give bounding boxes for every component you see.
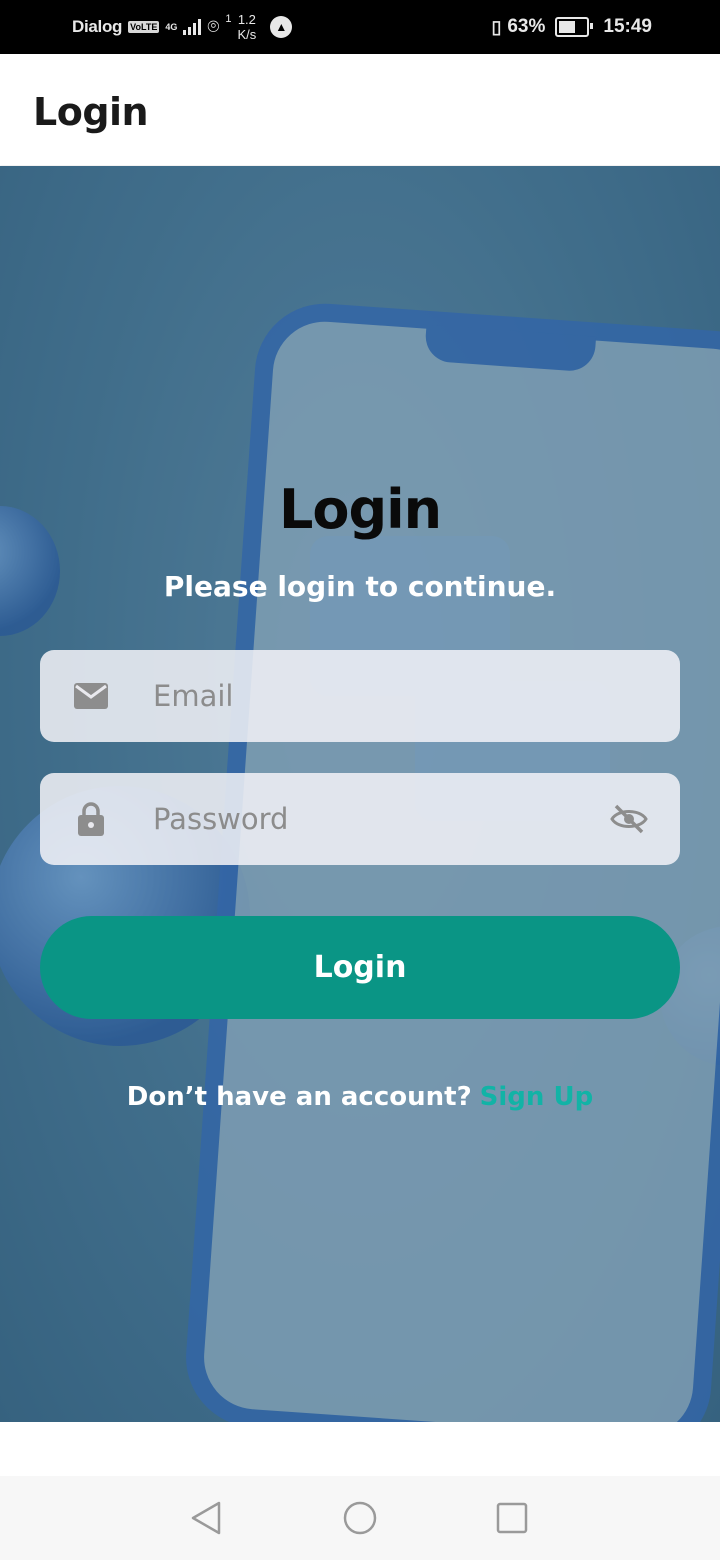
password-field[interactable] — [40, 773, 680, 865]
status-bar-left: Dialog VoLTE 4G ⌾ 1 1.2 K/s ▲ — [72, 0, 293, 54]
carrier-name: Dialog — [72, 17, 123, 36]
network-speed: 1.2 K/s — [237, 12, 257, 42]
hotspot-count: 1 — [225, 13, 232, 25]
eye-off-icon[interactable] — [610, 803, 648, 835]
login-heading: Login — [278, 478, 442, 541]
signup-row: Don’t have an account? Sign Up — [0, 1082, 720, 1112]
vibrate-icon: ▯ — [491, 16, 502, 37]
clock: 15:49 — [603, 16, 652, 37]
mail-icon — [73, 678, 109, 714]
network-type: 4G — [165, 21, 178, 32]
lock-icon — [73, 801, 109, 837]
battery-icon — [555, 17, 594, 37]
home-circle-icon[interactable] — [340, 1498, 380, 1538]
login-button[interactable]: Login — [40, 916, 680, 1019]
login-subtitle: Please login to continue. — [163, 570, 557, 603]
signup-prompt: Don’t have an account? — [126, 1082, 472, 1112]
password-input[interactable] — [151, 801, 575, 837]
bottom-spacer — [0, 1422, 720, 1476]
email-field[interactable] — [40, 650, 680, 742]
status-bar: Dialog VoLTE 4G ⌾ 1 1.2 K/s ▲ ▯ 63% 15:4… — [0, 0, 720, 54]
signup-link[interactable]: Sign Up — [480, 1082, 594, 1112]
app-bar: Login — [0, 54, 720, 165]
navigation-app-icon: ▲ — [270, 16, 293, 38]
back-triangle-icon[interactable] — [186, 1498, 226, 1538]
signal-strength-icon — [183, 19, 202, 35]
battery-fill — [559, 21, 576, 33]
status-bar-right: ▯ 63% 15:49 — [491, 0, 652, 54]
recent-square-icon[interactable] — [492, 1498, 532, 1538]
volte-badge: VoLTE — [128, 21, 160, 33]
email-input[interactable] — [151, 678, 575, 714]
hotspot-icon: ⌾ — [207, 15, 220, 38]
app-bar-title: Login — [33, 90, 149, 134]
system-nav-bar — [0, 1476, 720, 1560]
battery-percent: 63% — [507, 16, 546, 37]
